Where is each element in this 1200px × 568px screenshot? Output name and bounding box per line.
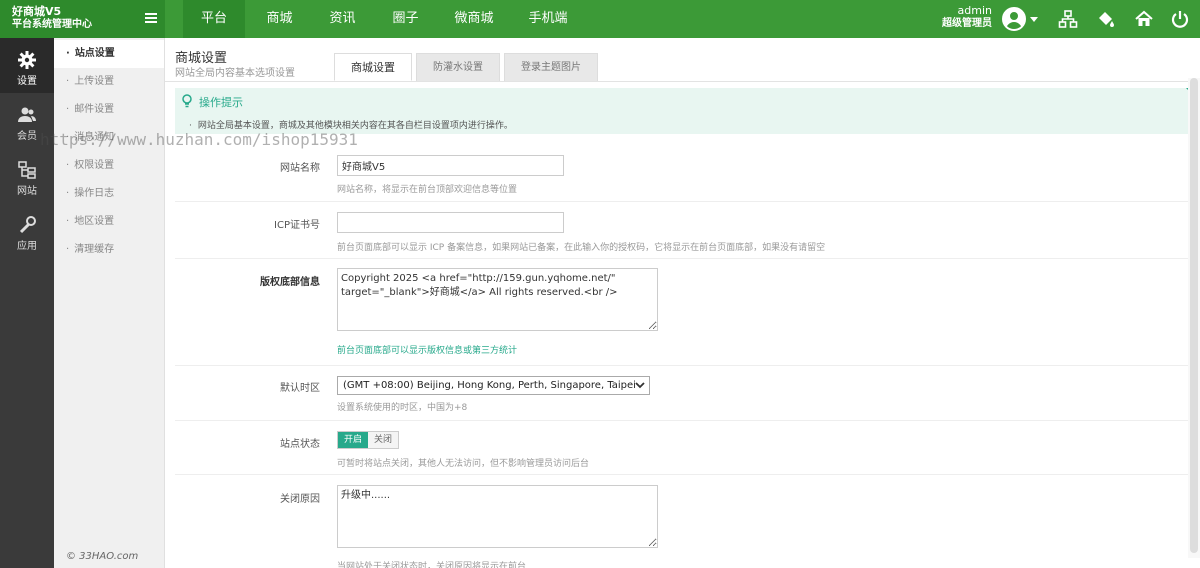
form-row-close-reason: 关闭原因 升级中...... 当网站处于关闭状态时，关闭原因将显示在前台 (175, 475, 1190, 568)
status-label: 站点状态 (280, 439, 320, 450)
icp-hint: 前台页面底部可以显示 ICP 备案信息，如果网站已备案，在此输入你的授权码，它将… (337, 243, 826, 253)
icp-label: ICP证书号 (274, 220, 320, 231)
brand: 好商城V5 平台系统管理中心 (0, 0, 165, 38)
menu-toggle-icon[interactable] (145, 13, 157, 23)
settings-form: 网站名称 网站名称，将显示在前台顶部欢迎信息等位置 ICP证书号 前台页面底部可… (175, 142, 1190, 568)
power-icon[interactable] (1170, 9, 1190, 29)
tab-mall-settings[interactable]: 商城设置 (334, 53, 412, 81)
status-off-button[interactable]: 关闭 (368, 432, 399, 448)
top-bar: 好商城V5 平台系统管理中心 平台 商城 资讯 圈子 微商城 手机端 admin… (0, 0, 1200, 38)
chevron-down-icon (635, 382, 645, 389)
nav-circle[interactable]: 圈子 (374, 0, 437, 38)
iconbar-label: 网站 (17, 186, 37, 197)
timezone-label: 默认时区 (280, 383, 320, 394)
scrollbar-thumb[interactable] (1190, 78, 1198, 553)
tab-anti-spam[interactable]: 防灌水设置 (416, 53, 500, 81)
footer-copyright: © 33HAO.com (66, 551, 139, 562)
status-toggle: 开启 关闭 (337, 431, 400, 449)
user-role: 超级管理员 (942, 18, 992, 29)
page-subtitle: 网站全局内容基本选项设置 (175, 68, 295, 79)
timezone-hint: 设置系统使用的时区，中国为+8 (337, 403, 468, 413)
tips-panel: 操作提示 网站全局基本设置，商城及其他模块相关内容在其各自栏目设置项内进行操作。 (175, 88, 1200, 134)
close-reason-textarea[interactable]: 升级中...... (337, 485, 658, 548)
nav-mall[interactable]: 商城 (248, 0, 311, 38)
copyright-hint: 前台页面底部可以显示版权信息或第三方统计 (337, 346, 518, 356)
paint-bucket-icon[interactable] (1096, 9, 1116, 29)
wrench-icon (19, 216, 36, 234)
sitemap-icon (18, 161, 36, 179)
tips-text: 网站全局基本设置，商城及其他模块相关内容在其各自栏目设置项内进行操作。 (189, 118, 513, 131)
nav-mobile[interactable]: 手机端 (511, 0, 585, 38)
users-icon (18, 107, 36, 122)
sidebar-item-upload[interactable]: 上传设置 (54, 68, 164, 96)
tab-bar: 商城设置 防灌水设置 登录主题图片 (334, 53, 602, 81)
sidebar-item-clear-cache[interactable]: 清理缓存 (54, 236, 164, 264)
main-nav: 平台 商城 资讯 圈子 微商城 手机端 (165, 0, 585, 38)
nav-wechat-mall[interactable]: 微商城 (437, 0, 511, 38)
nav-platform[interactable]: 平台 (183, 0, 245, 38)
tips-title: 操作提示 (199, 96, 243, 109)
main-content: 商城设置 网站全局内容基本选项设置 商城设置 防灌水设置 登录主题图片 操作提示… (165, 38, 1200, 568)
gear-icon (18, 51, 36, 69)
iconbar-settings[interactable]: 设置 (0, 38, 54, 93)
user-info[interactable]: admin 超级管理员 (942, 4, 992, 30)
form-row-timezone: 默认时区 (GMT +08:00) Beijing, Hong Kong, Pe… (175, 366, 1190, 421)
tab-login-theme[interactable]: 登录主题图片 (504, 53, 598, 81)
form-row-icp: ICP证书号 前台页面底部可以显示 ICP 备案信息，如果网站已备案，在此输入你… (175, 202, 1190, 259)
copyright-label: 版权底部信息 (260, 277, 320, 288)
status-hint: 可暂时将站点关闭，其他人无法访问，但不影响管理员访问后台 (337, 459, 590, 469)
user-name: admin (957, 4, 992, 17)
iconbar-label: 会员 (17, 131, 37, 142)
sidebar-item-logs[interactable]: 操作日志 (54, 180, 164, 208)
form-row-site-name: 网站名称 网站名称，将显示在前台顶部欢迎信息等位置 (175, 142, 1190, 202)
nav-news[interactable]: 资讯 (311, 0, 374, 38)
scrollbar[interactable] (1188, 78, 1200, 558)
page-header: 商城设置 网站全局内容基本选项设置 商城设置 防灌水设置 登录主题图片 (165, 38, 1200, 82)
form-row-status: 站点状态 开启 关闭 可暂时将站点关闭，其他人无法访问，但不影响管理员访问后台 (175, 421, 1190, 475)
home-icon[interactable] (1134, 9, 1154, 29)
sidebar-item-email[interactable]: 邮件设置 (54, 96, 164, 124)
sidebar-item-notifications[interactable]: 消息通知 (54, 124, 164, 152)
icp-input[interactable] (337, 212, 564, 233)
status-on-button[interactable]: 开启 (338, 432, 369, 448)
iconbar-label: 应用 (17, 241, 37, 252)
sidebar-item-permissions[interactable]: 权限设置 (54, 152, 164, 180)
sidebar-item-regions[interactable]: 地区设置 (54, 208, 164, 236)
site-name-input[interactable] (337, 155, 564, 176)
close-reason-hint: 当网站处于关闭状态时，关闭原因将显示在前台 (337, 562, 527, 568)
form-row-copyright: 版权底部信息 Copyright 2025 <a href="http://15… (175, 259, 1190, 366)
iconbar-members[interactable]: 会员 (0, 93, 54, 148)
chevron-down-icon[interactable] (1030, 17, 1038, 22)
iconbar-label: 设置 (17, 76, 37, 87)
brand-name: 好商城V5 (12, 5, 62, 18)
iconbar-apps[interactable]: 应用 (0, 203, 54, 258)
close-reason-label: 关闭原因 (280, 494, 320, 505)
brand-subtitle: 平台系统管理中心 (12, 19, 92, 30)
sub-sidebar: 站点设置 上传设置 邮件设置 消息通知 权限设置 操作日志 地区设置 清理缓存 … (54, 38, 165, 568)
iconbar-website[interactable]: 网站 (0, 148, 54, 203)
copyright-textarea[interactable]: Copyright 2025 <a href="http://159.gun.y… (337, 268, 658, 331)
timezone-value: (GMT +08:00) Beijing, Hong Kong, Perth, … (343, 380, 636, 391)
avatar[interactable] (1002, 7, 1026, 31)
timezone-select[interactable]: (GMT +08:00) Beijing, Hong Kong, Perth, … (337, 376, 650, 395)
site-name-label: 网站名称 (280, 163, 320, 174)
site-name-hint: 网站名称，将显示在前台顶部欢迎信息等位置 (337, 185, 518, 195)
lightbulb-icon (182, 94, 192, 108)
icon-sidebar: 设置 会员 网站 应用 (0, 38, 54, 568)
sitemap-icon[interactable] (1058, 9, 1078, 29)
sidebar-item-site-settings[interactable]: 站点设置 (54, 40, 164, 68)
